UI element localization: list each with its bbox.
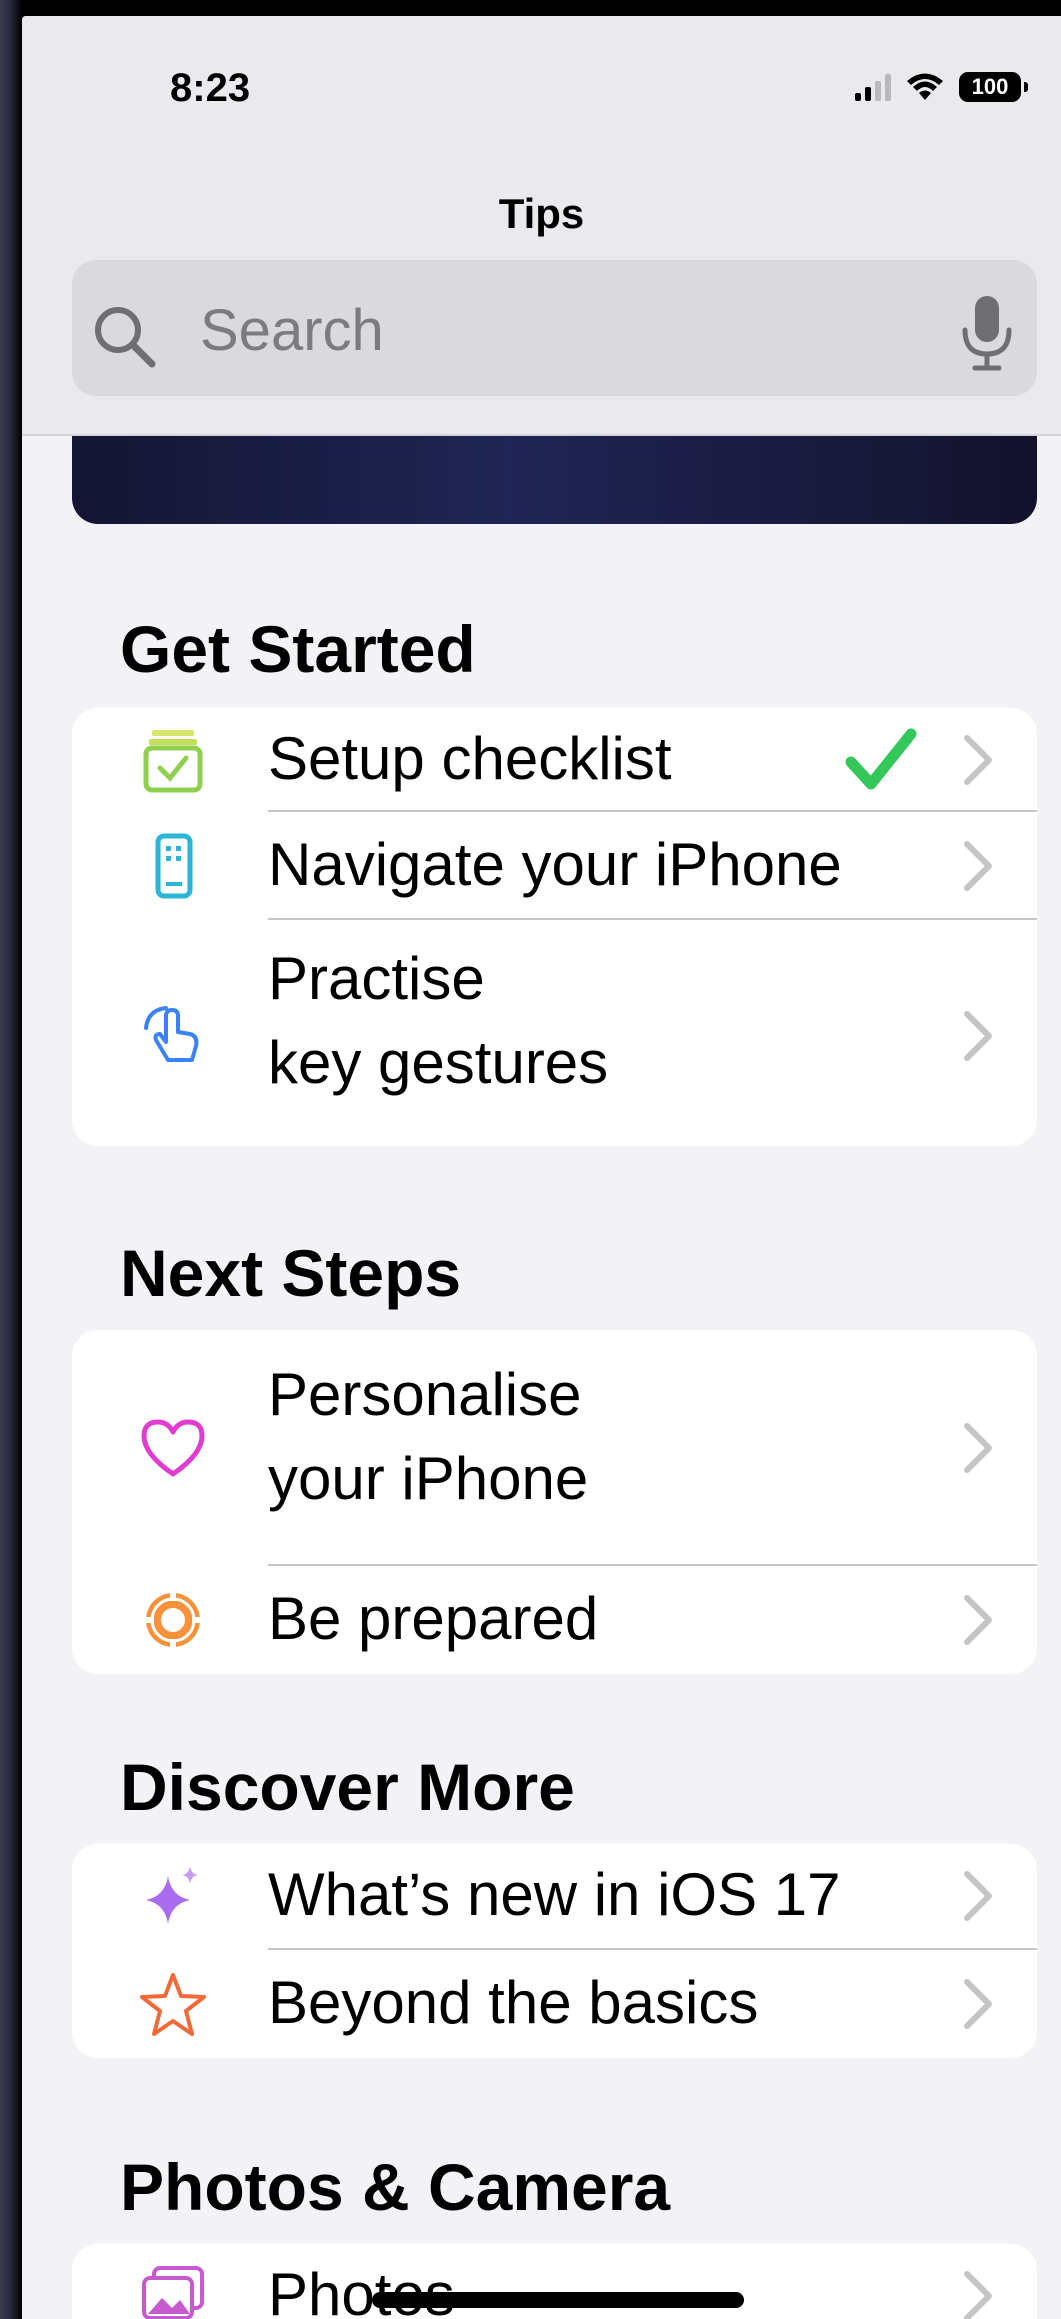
list-item-whats-new-ios[interactable]: What’s new in iOS 17 (72, 1844, 1037, 1950)
chevron-right-icon (964, 1423, 992, 1473)
list-item-label-line1: Practise (268, 945, 485, 1012)
cellular-signal-icon (855, 73, 891, 101)
list-item-label-line2: your iPhone (268, 1445, 589, 1512)
list-item-beyond-basics[interactable]: Beyond the basics (72, 1950, 1037, 2058)
microphone-icon[interactable] (959, 294, 1015, 374)
star-icon (140, 1973, 206, 2036)
battery-icon: 100 (959, 72, 1028, 102)
list-item-navigate-iphone[interactable]: Navigate your iPhone (72, 812, 1037, 920)
iphone-icon (155, 833, 193, 899)
section-title-discover-more: Discover More (120, 1750, 575, 1824)
hand-gesture-icon (144, 1006, 199, 1062)
heart-icon (141, 1419, 205, 1477)
list-item-be-prepared[interactable]: Be prepared (72, 1566, 1037, 1674)
tips-screen: 8:23 100 Tips Search Get Started Setup c… (22, 16, 1061, 2319)
search-placeholder: Search (200, 298, 384, 363)
section-title-photos-camera: Photos & Camera (120, 2150, 671, 2224)
list-item-label-line2: key gestures (268, 1029, 609, 1096)
list-item-personalise-iphone[interactable]: Personalise your iPhone (72, 1330, 1037, 1566)
next-steps-card: Personalise your iPhone Be prepared (72, 1330, 1037, 1674)
chevron-right-icon (964, 735, 992, 785)
photos-icon (142, 2266, 204, 2319)
home-indicator[interactable] (372, 2292, 744, 2308)
list-item-label: Setup checklist (268, 725, 672, 792)
chevron-right-icon (964, 2271, 992, 2319)
lifebuoy-icon (142, 1589, 204, 1651)
list-item-label-line1: Personalise (268, 1361, 582, 1428)
list-item-label: Be prepared (268, 1585, 599, 1652)
list-item-setup-checklist[interactable]: Setup checklist (72, 708, 1037, 812)
section-title-next-steps: Next Steps (120, 1236, 462, 1310)
list-item-practise-gestures[interactable]: Practise key gestures (72, 920, 1037, 1146)
chevron-right-icon (964, 1979, 992, 2029)
section-title-get-started: Get Started (120, 612, 476, 686)
chevron-right-icon (964, 841, 992, 891)
navigation-bar: 8:23 100 Tips Search (22, 16, 1061, 436)
chevron-right-icon (964, 1595, 992, 1645)
status-time: 8:23 (170, 66, 251, 110)
list-item-label: Beyond the basics (268, 1969, 759, 2036)
discover-more-card: What’s new in iOS 17 Beyond the basics (72, 1844, 1037, 2058)
page-title: Tips (498, 190, 585, 237)
list-item-label: Navigate your iPhone (268, 831, 842, 898)
status-icons: 100 (855, 72, 1028, 102)
checkmark-icon (845, 728, 917, 790)
list-item-label: What’s new in iOS 17 (268, 1861, 841, 1928)
sparkles-icon (146, 1866, 198, 1924)
wifi-icon (907, 73, 943, 100)
search-field[interactable]: Search (72, 260, 1037, 396)
chevron-right-icon (964, 1871, 992, 1921)
get-started-card: Setup checklist Navigate your iPhone Pra… (72, 708, 1037, 1146)
list-item-label: Photos (268, 2261, 455, 2319)
checklist-icon (143, 730, 203, 793)
chevron-right-icon (964, 1011, 992, 1061)
search-icon (95, 307, 156, 368)
